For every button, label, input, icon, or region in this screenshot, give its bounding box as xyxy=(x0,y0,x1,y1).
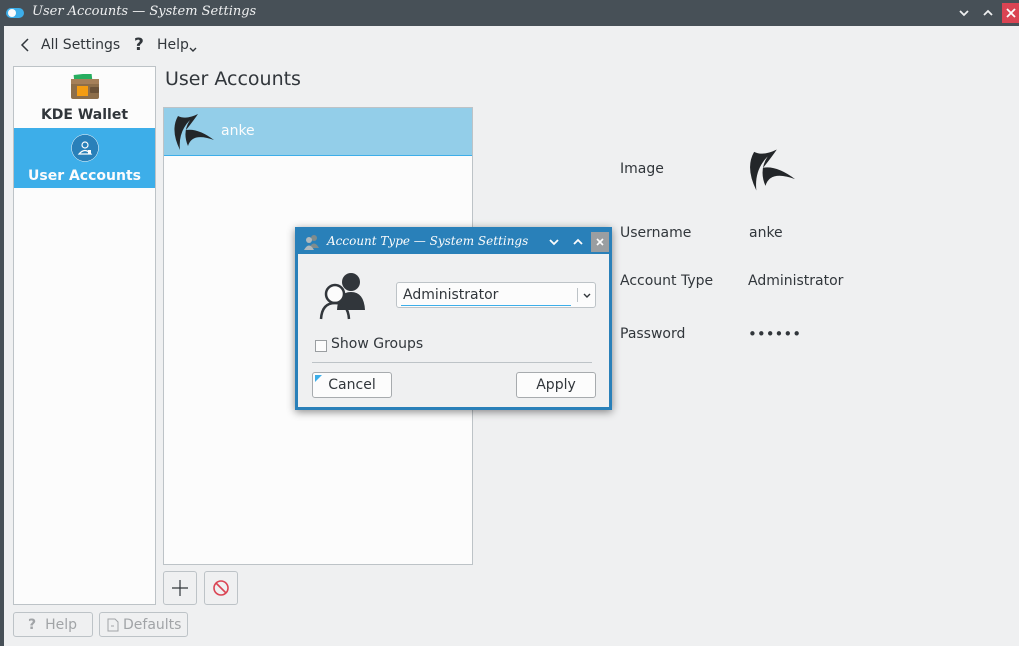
wallet-icon xyxy=(71,74,99,99)
cancel-button[interactable]: Cancel xyxy=(312,372,392,398)
all-settings-label: All Settings xyxy=(41,37,121,53)
dialog-titlebar[interactable]: Account Type — System Settings xyxy=(298,230,609,254)
chevron-down-icon xyxy=(583,293,591,298)
username-label: Username xyxy=(620,225,692,241)
list-item-user[interactable]: anke xyxy=(164,108,472,156)
account-type-select[interactable]: Administrator xyxy=(396,282,596,308)
dialog-minimize-button[interactable] xyxy=(544,232,564,252)
help-icon: ? xyxy=(134,35,144,55)
sidebar-item-label: KDE Wallet xyxy=(40,107,129,123)
user-accounts-icon xyxy=(71,134,99,162)
chevron-down-icon xyxy=(549,239,559,246)
password-label: Password xyxy=(620,326,686,342)
dialog-maximize-button[interactable] xyxy=(568,232,588,252)
user-avatar-icon xyxy=(174,114,214,150)
cancel-button-label: Cancel xyxy=(328,377,376,393)
account-type-dialog: Account Type — System Settings Administr… xyxy=(295,227,612,410)
document-revert-icon xyxy=(107,618,119,631)
apply-button[interactable]: Apply xyxy=(516,372,596,398)
minimize-button[interactable] xyxy=(954,3,974,23)
remove-user-button[interactable] xyxy=(204,571,238,605)
window-border xyxy=(0,26,4,646)
dialog-title: Account Type — System Settings xyxy=(327,234,529,248)
window-titlebar[interactable]: User Accounts — System Settings xyxy=(0,0,1019,26)
divider xyxy=(312,362,592,363)
chevron-down-icon xyxy=(959,10,969,17)
help-button[interactable]: ? Help xyxy=(13,612,93,637)
window-title: User Accounts — System Settings xyxy=(32,4,257,19)
maximize-button[interactable] xyxy=(978,3,998,23)
toolbar: All Settings ? Help xyxy=(4,26,1019,64)
user-image-icon[interactable] xyxy=(742,145,798,195)
sidebar-item-user-accounts[interactable]: User Accounts xyxy=(14,128,155,188)
defaults-button-label: Defaults xyxy=(123,616,182,633)
apply-button-label: Apply xyxy=(536,377,576,393)
close-icon xyxy=(1005,8,1016,18)
account-type-field[interactable]: Administrator xyxy=(748,273,843,289)
show-groups-label[interactable]: Show Groups xyxy=(331,336,423,352)
sidebar: KDE Wallet User Accounts xyxy=(13,66,156,605)
user-group-icon xyxy=(319,273,365,320)
password-field[interactable]: •••••• xyxy=(748,325,801,343)
defaults-button[interactable]: Defaults xyxy=(99,612,188,637)
chevron-up-icon xyxy=(573,238,583,245)
chevron-left-icon xyxy=(20,38,29,52)
username-field[interactable]: anke xyxy=(749,225,783,241)
system-settings-icon xyxy=(6,8,24,18)
chevron-up-icon xyxy=(983,9,993,16)
help-menu-label: Help xyxy=(157,37,189,53)
combo-separator xyxy=(577,288,578,302)
help-icon: ? xyxy=(28,616,37,633)
user-name: anke xyxy=(221,123,255,139)
image-label: Image xyxy=(620,161,664,177)
close-icon xyxy=(596,238,604,246)
delete-icon xyxy=(213,580,229,596)
close-window-button[interactable] xyxy=(1002,3,1019,23)
focus-corner-icon xyxy=(315,375,322,382)
help-button-label: Help xyxy=(45,616,78,633)
show-groups-checkbox[interactable] xyxy=(315,340,327,352)
account-type-label: Account Type xyxy=(620,273,714,289)
plus-icon xyxy=(172,580,188,596)
chevron-down-icon xyxy=(189,47,197,52)
dialog-close-button[interactable] xyxy=(591,232,609,252)
add-user-button[interactable] xyxy=(163,571,197,605)
sidebar-item-label: User Accounts xyxy=(28,168,141,184)
page-title: User Accounts xyxy=(165,68,301,90)
users-icon xyxy=(304,235,319,250)
focus-underline xyxy=(401,305,571,306)
help-menu-button[interactable]: ? Help xyxy=(134,34,197,56)
sidebar-item-kde-wallet[interactable]: KDE Wallet xyxy=(14,67,155,127)
all-settings-button[interactable]: All Settings xyxy=(18,34,120,56)
account-type-selected: Administrator xyxy=(403,287,499,303)
